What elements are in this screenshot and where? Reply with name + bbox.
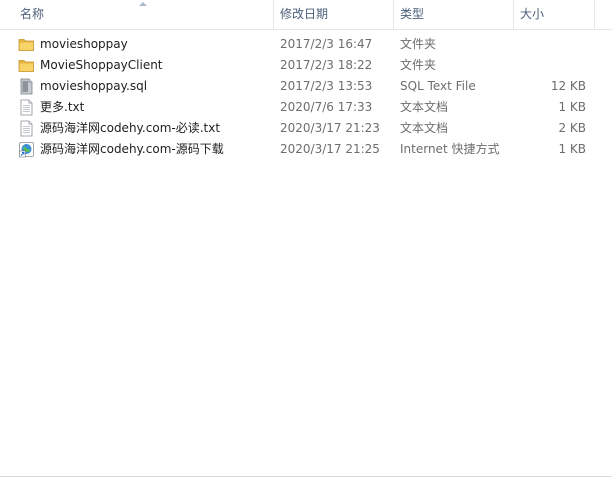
file-type: Internet 快捷方式: [400, 142, 500, 156]
file-name: 更多.txt: [40, 100, 85, 114]
column-header-modified[interactable]: 修改日期: [274, 0, 393, 29]
file-type: 文件夹: [400, 37, 437, 51]
folder-icon: [18, 39, 34, 51]
file-type: 文件夹: [400, 58, 437, 72]
column-header-name-label: 名称: [20, 7, 45, 21]
file-size: 2 KB: [558, 121, 586, 135]
file-modified-date: 2020/3/17 21:25: [280, 142, 380, 156]
file-name: 源码海洋网codehy.com-源码下载: [40, 142, 224, 156]
file-size: 1 KB: [558, 142, 586, 156]
column-header-size-label: 大小: [520, 7, 545, 21]
file-type: SQL Text File: [400, 79, 476, 93]
file-row[interactable]: 源码海洋网codehy.com-源码下载 2020/3/17 21:25 Int…: [0, 139, 612, 160]
file-modified-date: 2017/2/3 18:22: [280, 58, 373, 72]
internet-shortcut-icon: [19, 142, 34, 158]
column-header-type[interactable]: 类型: [394, 0, 513, 29]
column-divider[interactable]: [594, 0, 595, 29]
file-row[interactable]: MovieShoppayClient 2017/2/3 18:22 文件夹: [0, 55, 612, 76]
sql-file-icon: [20, 78, 33, 95]
text-file-icon: [20, 99, 33, 116]
file-row[interactable]: 源码海洋网codehy.com-必读.txt 2020/3/17 21:23 文…: [0, 118, 612, 139]
folder-icon: [18, 60, 34, 72]
column-header-name[interactable]: 名称: [14, 0, 274, 29]
file-size: 1 KB: [558, 100, 586, 114]
column-header-modified-label: 修改日期: [280, 7, 329, 21]
file-name: 源码海洋网codehy.com-必读.txt: [40, 121, 221, 135]
file-type: 文本文档: [400, 121, 449, 135]
file-name: movieshoppay.sql: [40, 79, 148, 93]
file-row[interactable]: movieshoppay 2017/2/3 16:47 文件夹: [0, 34, 612, 55]
file-modified-date: 2017/2/3 13:53: [280, 79, 373, 93]
file-row[interactable]: 更多.txt 2020/7/6 17:33 文本文档 1 KB: [0, 97, 612, 118]
file-modified-date: 2020/3/17 21:23: [280, 121, 380, 135]
file-modified-date: 2020/7/6 17:33: [280, 100, 373, 114]
file-type: 文本文档: [400, 100, 449, 114]
file-modified-date: 2017/2/3 16:47: [280, 37, 373, 51]
text-file-icon: [20, 120, 33, 137]
column-header-size[interactable]: 大小: [514, 0, 594, 29]
column-header-type-label: 类型: [400, 7, 425, 21]
column-header-bar: 名称 修改日期 类型 大小: [0, 0, 612, 30]
file-size: 12 KB: [550, 79, 586, 93]
file-name: movieshoppay: [40, 37, 128, 51]
file-name: MovieShoppayClient: [40, 58, 163, 72]
file-row[interactable]: movieshoppay.sql 2017/2/3 13:53 SQL Text…: [0, 76, 612, 97]
